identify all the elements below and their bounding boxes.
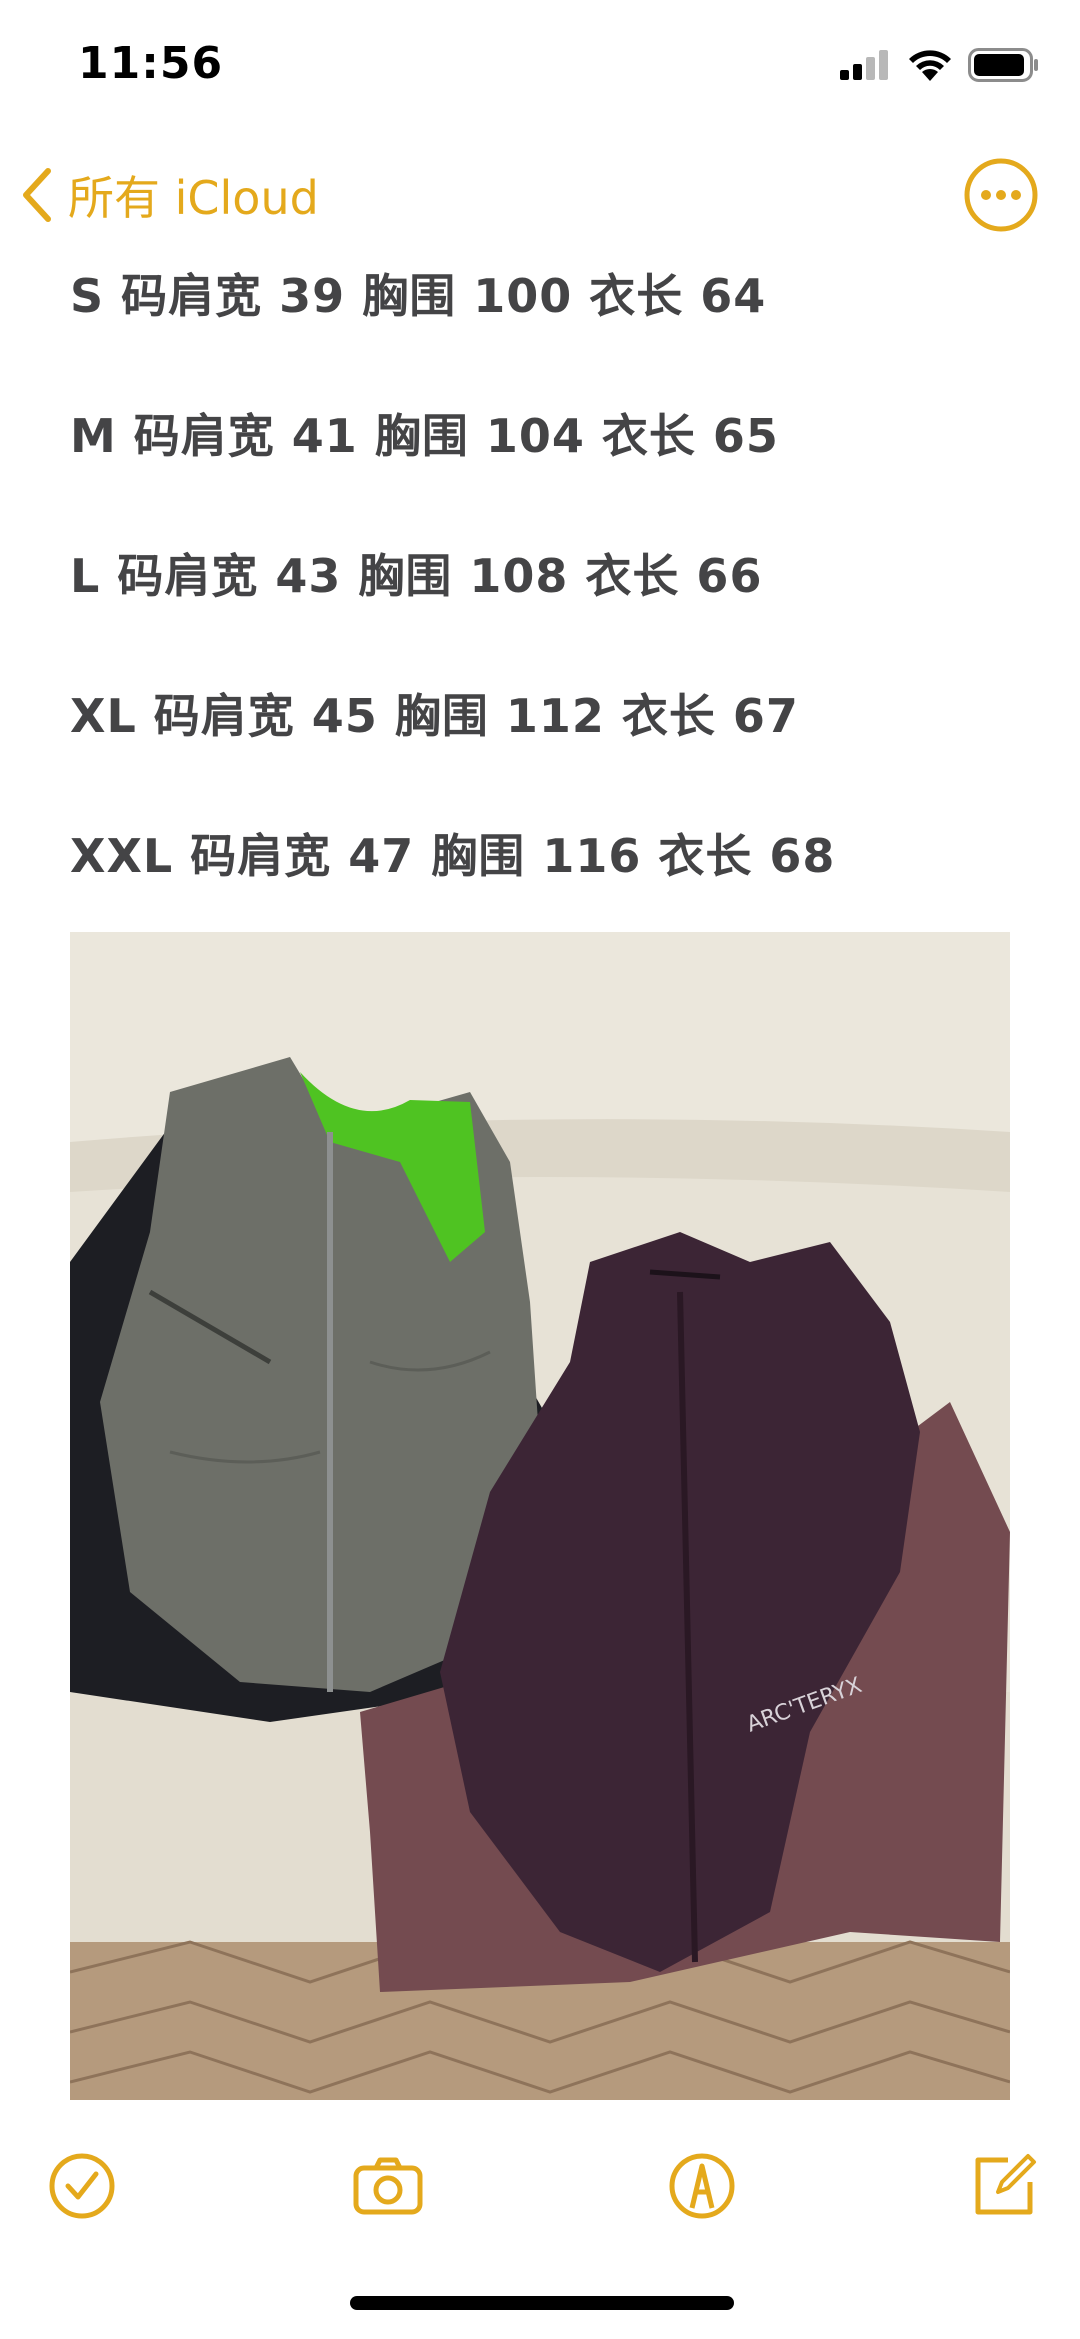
- bottom-toolbar: [0, 2130, 1080, 2230]
- chevron-left-icon: [23, 168, 51, 222]
- size-line-l: L 码肩宽 43 胸围 108 衣长 66: [70, 549, 763, 603]
- compose-icon[interactable]: [968, 2150, 1040, 2222]
- checklist-icon[interactable]: [46, 2150, 118, 2222]
- note-photo[interactable]: ARC'TERYX: [70, 932, 1010, 2100]
- size-line-m: M 码肩宽 41 胸围 104 衣长 65: [70, 409, 779, 463]
- status-bar: 11:56: [0, 0, 1080, 130]
- status-icons: [840, 48, 1040, 82]
- back-label: 所有 iCloud: [68, 171, 319, 225]
- notes-screen: 11:56 所有 iCloud S 码肩宽 39 胸围 100 衣长 64 M …: [0, 0, 1080, 2339]
- wifi-icon: [909, 50, 951, 81]
- more-options-icon[interactable]: [962, 156, 1040, 234]
- back-button[interactable]: 所有 iCloud: [20, 158, 319, 232]
- size-line-xl: XL 码肩宽 45 胸围 112 衣长 67: [70, 689, 799, 743]
- battery-icon: [968, 48, 1038, 82]
- status-time: 11:56: [78, 38, 224, 89]
- size-line-s: S 码肩宽 39 胸围 100 衣长 64: [70, 269, 767, 323]
- markup-icon[interactable]: [666, 2150, 738, 2222]
- note-body[interactable]: S 码肩宽 39 胸围 100 衣长 64 M 码肩宽 41 胸围 104 衣长…: [70, 260, 1020, 960]
- home-indicator: [350, 2296, 734, 2310]
- navigation-bar: 所有 iCloud: [0, 140, 1080, 250]
- signal-icon: [840, 50, 888, 80]
- camera-icon[interactable]: [352, 2150, 424, 2222]
